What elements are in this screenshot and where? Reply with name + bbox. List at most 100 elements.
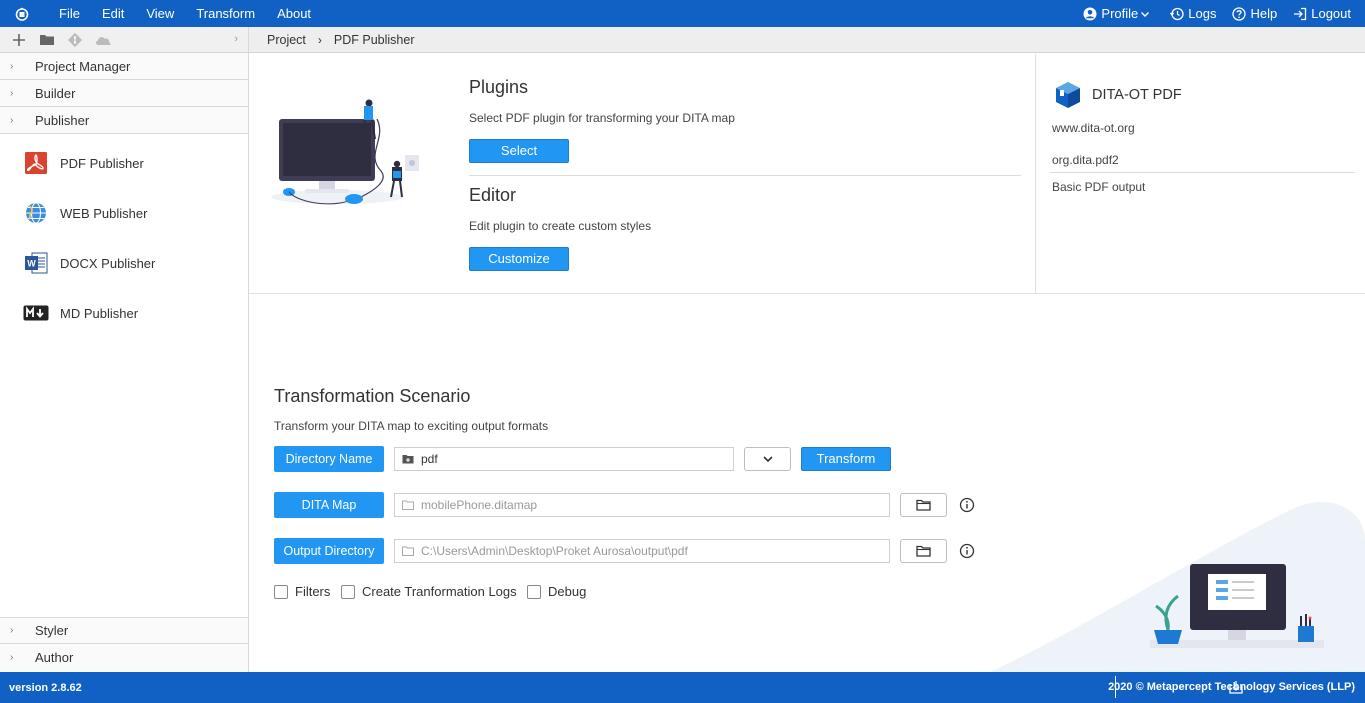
scenario-title: Transformation Scenario	[274, 386, 471, 406]
select-plugin-button[interactable]: Select	[469, 139, 569, 163]
sidebar-toolbar: ›	[0, 27, 248, 53]
publisher-label: PDF Publisher	[60, 155, 144, 171]
output-directory-button[interactable]: Output Directory	[274, 538, 384, 564]
user-circle-icon	[1083, 7, 1097, 20]
plugin-url: www.dita-ot.org	[1052, 121, 1135, 135]
sidebar-collapse-icon[interactable]: ›	[234, 33, 238, 45]
checkbox-box[interactable]	[527, 584, 541, 599]
directory-dropdown-button[interactable]	[744, 447, 791, 471]
browse-output-button[interactable]	[900, 539, 947, 563]
menu-view[interactable]: View	[135, 0, 185, 27]
footer-divider	[1115, 676, 1116, 698]
chevron-down-icon	[1141, 11, 1150, 17]
plugins-section: Plugins Select PDF plugin for transformi…	[469, 77, 735, 163]
folder-outline-icon	[402, 500, 414, 510]
logs-button[interactable]: Logs	[1170, 6, 1216, 21]
sidebar-item-web-publisher[interactable]: WEB Publisher	[0, 188, 248, 238]
create-logs-checkbox[interactable]: Create Tranformation Logs	[341, 584, 517, 599]
output-directory-placeholder: C:\Users\Admin\Desktop\Proket Aurosa\out…	[421, 544, 688, 558]
add-icon[interactable]	[9, 30, 29, 50]
sidebar-section-project-manager[interactable]: › Project Manager	[0, 53, 248, 80]
chevron-right-icon: ›	[10, 652, 14, 663]
version-label: version 2.8.62	[9, 681, 82, 694]
desk-illustration-image	[990, 501, 1365, 672]
plugin-panel: Plugins Select PDF plugin for transformi…	[249, 54, 1035, 294]
pdf-icon	[23, 150, 49, 176]
section-label: Author	[35, 650, 74, 665]
profile-menu-button[interactable]: Profile	[1083, 6, 1154, 21]
folder-add-icon	[402, 455, 414, 464]
sidebar-item-md-publisher[interactable]: MD Publisher	[0, 288, 248, 338]
logout-button[interactable]: Logout	[1293, 6, 1351, 21]
browse-ditamap-button[interactable]	[900, 493, 947, 517]
history-icon	[1170, 7, 1184, 20]
chevron-right-icon: ›	[10, 87, 14, 99]
scenario-header: Transformation Scenario Transform your D…	[274, 386, 548, 433]
output-directory-input[interactable]: C:\Users\Admin\Desktop\Proket Aurosa\out…	[394, 539, 890, 563]
help-label: Help	[1250, 6, 1278, 21]
chevron-right-icon: ›	[10, 114, 14, 126]
dita-map-button[interactable]: DITA Map	[274, 492, 384, 518]
editor-description: Edit plugin to create custom styles	[469, 219, 652, 233]
transform-button[interactable]: Transform	[801, 447, 891, 471]
publisher-label: DOCX Publisher	[60, 255, 156, 271]
publisher-label: WEB Publisher	[60, 205, 148, 221]
chevron-right-icon: ›	[10, 60, 14, 72]
profile-label: Profile	[1101, 6, 1139, 21]
git-icon[interactable]	[65, 30, 85, 50]
menu-edit[interactable]: Edit	[91, 0, 135, 27]
word-docx-icon: W	[23, 250, 49, 276]
plugins-description: Select PDF plugin for transforming your …	[469, 111, 735, 125]
sidebar-item-docx-publisher[interactable]: W DOCX Publisher	[0, 238, 248, 288]
info-divider	[1050, 172, 1355, 173]
svg-text:W: W	[27, 259, 36, 269]
menu-file[interactable]: File	[48, 0, 91, 27]
section-label: Publisher	[35, 112, 90, 128]
section-label: Builder	[35, 85, 76, 101]
sidebar-section-author[interactable]: › Author	[0, 644, 248, 671]
plugin-info-header: DITA-OT PDF	[1054, 81, 1182, 109]
publisher-label: MD Publisher	[60, 305, 139, 321]
checkbox-label: Create Tranformation Logs	[362, 584, 517, 599]
checkbox-box[interactable]	[274, 584, 288, 599]
help-button[interactable]: Help	[1232, 6, 1277, 21]
info-icon[interactable]	[959, 497, 975, 513]
dita-map-placeholder: mobilePhone.ditamap	[421, 498, 538, 512]
checkbox-box[interactable]	[341, 584, 355, 599]
sidebar-section-builder[interactable]: › Builder	[0, 80, 248, 107]
debug-checkbox[interactable]: Debug	[527, 584, 586, 599]
markdown-icon	[23, 300, 49, 326]
folder-icon[interactable]	[37, 30, 57, 50]
copyright-label: 2020 © Metapercept Technology Services (…	[1108, 681, 1355, 693]
info-icon[interactable]	[959, 543, 975, 559]
sidebar-item-pdf-publisher[interactable]: PDF Publisher	[0, 138, 248, 188]
dita-map-input[interactable]: mobilePhone.ditamap	[394, 493, 890, 517]
chevron-right-icon: ›	[317, 32, 322, 47]
chevron-down-icon	[762, 456, 773, 463]
chevron-right-icon: ›	[10, 625, 14, 636]
sidebar-section-styler[interactable]: › Styler	[0, 617, 248, 644]
breadcrumb-project[interactable]: Project	[267, 33, 306, 47]
editor-section: Editor Edit plugin to create custom styl…	[469, 185, 651, 271]
cloud-icon[interactable]	[93, 30, 113, 50]
folder-icon	[916, 499, 931, 511]
directory-name-input[interactable]: pdf	[394, 447, 734, 471]
breadcrumb-current: PDF Publisher	[333, 32, 415, 47]
filters-checkbox[interactable]: Filters	[274, 584, 330, 599]
plugin-description: Basic PDF output	[1052, 180, 1146, 194]
checkbox-label: Debug	[548, 584, 587, 599]
directory-name-button[interactable]: Directory Name	[274, 446, 384, 472]
breadcrumb: Project › PDF Publisher	[249, 27, 1365, 53]
menu-transform[interactable]: Transform	[185, 0, 266, 27]
menu-about[interactable]: About	[266, 0, 322, 27]
left-sidebar: › › Project Manager › Builder › Publishe…	[0, 27, 249, 672]
logout-label: Logout	[1311, 6, 1351, 21]
illustration-image	[271, 99, 419, 205]
user-menu: Profile Logs Help Logout	[1067, 0, 1351, 27]
customize-button[interactable]: Customize	[469, 247, 569, 271]
scenario-description: Transform your DITA map to exciting outp…	[274, 419, 549, 433]
plugin-id: org.dita.pdf2	[1052, 153, 1119, 167]
help-circle-icon	[1232, 6, 1247, 21]
checkbox-label: Filters	[295, 584, 331, 599]
sidebar-section-publisher[interactable]: › Publisher	[0, 107, 248, 134]
